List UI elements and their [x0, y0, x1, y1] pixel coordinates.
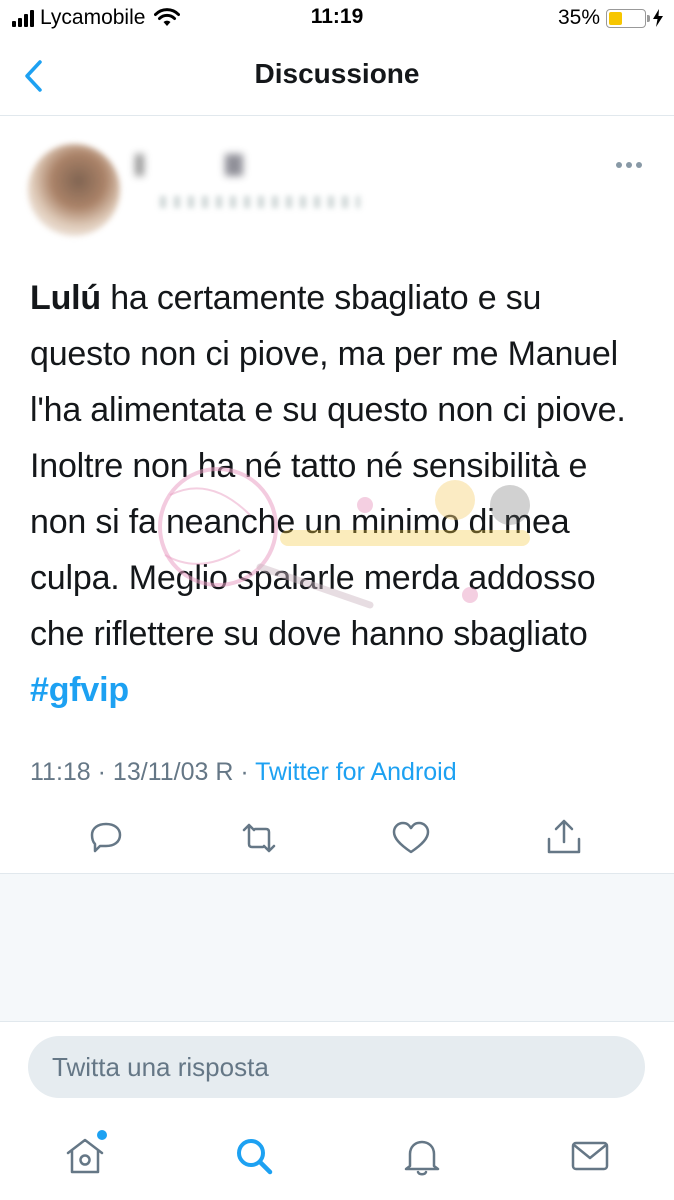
- home-notification-dot: [97, 1130, 107, 1140]
- like-button[interactable]: [389, 818, 433, 858]
- tab-messages[interactable]: [568, 1134, 612, 1178]
- page-title: Discussione: [254, 58, 420, 89]
- mail-icon: [571, 1141, 609, 1171]
- retweet-button[interactable]: [237, 818, 281, 858]
- tweet-detail-screen: Lycamobile 11:19 35% Discussione Lulú ha…: [0, 0, 674, 1200]
- author-name-blurred[interactable]: [135, 154, 285, 176]
- home-icon: [66, 1138, 104, 1174]
- tweet-timestamp: 11:18 · 13/11/03 R ·: [30, 758, 256, 786]
- avatar[interactable]: [28, 144, 120, 236]
- reply-composer: [0, 1022, 674, 1118]
- nav-header: Discussione: [0, 38, 674, 116]
- retweet-icon: [242, 823, 276, 853]
- replies-area: [0, 874, 674, 1022]
- charging-bolt-icon: [653, 9, 663, 27]
- more-dot-icon: [616, 162, 622, 168]
- reply-icon: [90, 822, 122, 853]
- tweet-body: ha certamente sbagliato e su questo non …: [30, 279, 626, 653]
- hashtag-link[interactable]: #gfvip: [30, 671, 129, 709]
- battery-icon: [606, 8, 650, 28]
- share-icon: [547, 819, 581, 854]
- tweet-meta: 11:18 · 13/11/03 R · Twitter for Android: [30, 758, 457, 787]
- tweet-bold-name: Lulú: [30, 279, 101, 317]
- tab-home[interactable]: [63, 1130, 107, 1178]
- search-icon: [237, 1139, 273, 1175]
- tweet-author-header: [0, 116, 674, 236]
- tab-bar: [0, 1118, 674, 1200]
- tweet-source-link[interactable]: Twitter for Android: [255, 758, 456, 786]
- share-button[interactable]: [542, 818, 586, 858]
- heart-icon: [392, 821, 430, 854]
- tweet-text: Lulú ha certamente sbagliato e su questo…: [30, 270, 645, 718]
- battery-level: [609, 11, 623, 25]
- more-options-button[interactable]: [616, 162, 642, 168]
- tab-search[interactable]: [232, 1134, 276, 1178]
- tab-notifications[interactable]: [400, 1134, 444, 1178]
- status-bar: Lycamobile 11:19 35%: [0, 0, 674, 38]
- author-handle-blurred: [160, 196, 360, 208]
- tweet-action-bar: [0, 810, 674, 874]
- bell-icon: [404, 1140, 440, 1176]
- reply-input[interactable]: [28, 1036, 645, 1098]
- reply-button[interactable]: [84, 818, 128, 858]
- battery-percent: 35%: [557, 6, 600, 29]
- status-right: 35%: [558, 6, 664, 30]
